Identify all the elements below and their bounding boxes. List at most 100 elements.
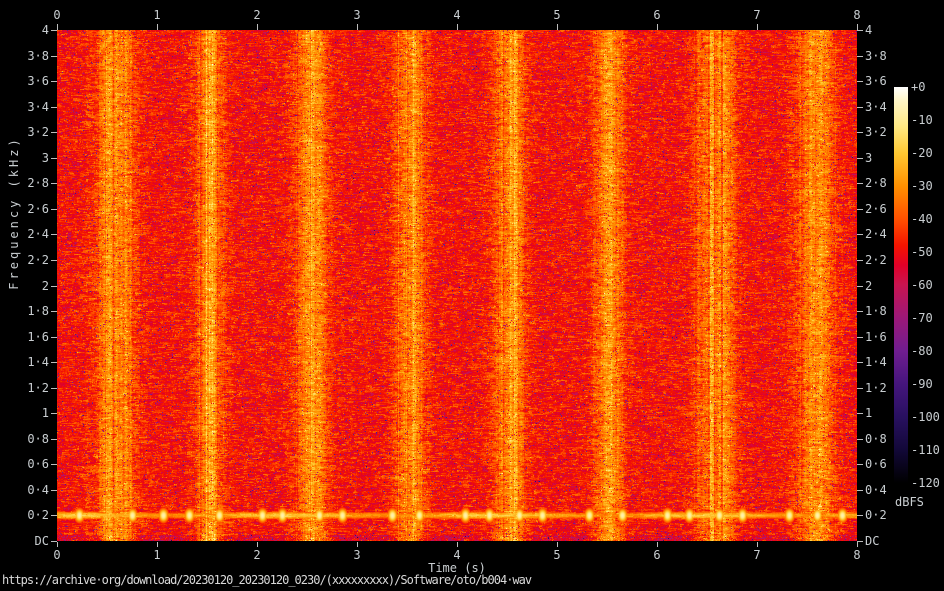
x-tick-mark: [257, 24, 258, 30]
y-tick-mark: [51, 30, 57, 31]
y-tick-mark: [51, 464, 57, 466]
x-tick-mark: [457, 542, 458, 547]
source-url-text: https://archive·org/download/20230120_20…: [2, 573, 532, 587]
y-tick-label: 1: [41, 406, 49, 421]
y-tick-mark: [51, 541, 57, 542]
y-tick-mark: [51, 183, 57, 185]
colorbar-tick-label: -110: [911, 443, 940, 457]
x-tick-label: 5: [553, 548, 561, 562]
y-tick-mark: [51, 81, 57, 83]
y-tick-label: 3·6: [865, 74, 887, 89]
y-tick-mark: [857, 387, 863, 389]
x-tick-mark: [157, 24, 158, 30]
colorbar-unit-label: dBFS: [895, 495, 924, 509]
x-tick-label: 7: [753, 8, 761, 22]
colorbar-tick-label: -40: [911, 212, 933, 226]
y-tick-mark: [857, 489, 863, 491]
y-tick-mark: [857, 515, 863, 517]
x-tick-mark: [57, 542, 58, 547]
x-tick-mark: [157, 542, 158, 547]
y-tick-label: 3·4: [27, 99, 49, 114]
y-tick-mark: [51, 55, 57, 57]
x-tick-mark: [757, 542, 758, 547]
y-tick-mark: [51, 489, 57, 491]
y-tick-mark: [51, 413, 57, 415]
y-tick-mark: [857, 81, 863, 83]
x-tick-mark: [657, 542, 658, 547]
x-tick-label: 0: [53, 8, 61, 22]
colorbar-tick-label: +0: [911, 80, 926, 94]
x-tick-mark: [657, 24, 658, 30]
colorbar-gradient: [894, 87, 908, 483]
y-tick-mark: [51, 336, 57, 338]
y-tick-mark: [857, 157, 863, 159]
y-tick-mark: [857, 336, 863, 338]
y-tick-mark: [51, 234, 57, 236]
y-tick-mark: [857, 311, 863, 313]
x-tick-label: 8: [853, 8, 861, 22]
y-tick-mark: [857, 30, 863, 31]
x-tick-label: 7: [753, 548, 761, 562]
y-tick-label: 3·6: [27, 74, 49, 89]
x-tick-label: 6: [653, 548, 661, 562]
y-tick-mark: [51, 438, 57, 440]
colorbar-tick-label: -50: [911, 245, 933, 259]
y-tick-mark: [51, 208, 57, 210]
y-tick-mark: [857, 183, 863, 185]
y-tick-mark: [51, 157, 57, 159]
y-tick-mark: [857, 106, 863, 108]
y-tick-mark: [857, 234, 863, 236]
x-tick-mark: [557, 542, 558, 547]
colorbar-tick-label: -120: [911, 476, 940, 490]
y-tick-label: 0·4: [27, 482, 49, 497]
y-tick-mark: [857, 438, 863, 440]
y-tick-mark: [857, 464, 863, 466]
y-tick-label: 0·6: [27, 457, 49, 472]
y-tick-label: 0·2: [27, 508, 49, 523]
x-tick-label: 4: [453, 8, 461, 22]
colorbar-tick-label: -10: [911, 113, 933, 127]
y-tick-label: DC: [34, 534, 49, 548]
y-tick-label: 1·6: [27, 329, 49, 344]
y-tick-label: 3·8: [27, 48, 49, 63]
colorbar-tick-label: -80: [911, 344, 933, 358]
y-tick-label: 0·8: [27, 431, 49, 446]
y-tick-label: 4: [41, 23, 49, 37]
x-tick-label: 1: [153, 548, 161, 562]
y-tick-label: DC: [865, 534, 880, 548]
y-tick-mark: [857, 208, 863, 210]
y-tick-mark: [51, 259, 57, 261]
y-tick-mark: [857, 541, 863, 542]
x-tick-mark: [357, 24, 358, 30]
colorbar-tick-label: -30: [911, 179, 933, 193]
x-tick-label: 2: [253, 548, 261, 562]
y-tick-label: 0·2: [865, 508, 887, 523]
y-tick-label: 4: [865, 23, 873, 37]
y-tick-mark: [51, 362, 57, 364]
y-tick-mark: [857, 132, 863, 134]
colorbar-tick-label: -100: [911, 410, 940, 424]
colorbar-tick-label: -60: [911, 278, 933, 292]
x-tick-mark: [457, 24, 458, 30]
x-tick-mark: [557, 24, 558, 30]
x-tick-label: 3: [353, 548, 361, 562]
x-tick-mark: [357, 542, 358, 547]
y-tick-mark: [51, 515, 57, 517]
y-tick-mark: [857, 413, 863, 415]
y-tick-label: 3·8: [865, 48, 887, 63]
y-tick-mark: [857, 259, 863, 261]
x-tick-label: 3: [353, 8, 361, 22]
x-tick-mark: [857, 542, 858, 547]
x-tick-mark: [257, 542, 258, 547]
x-tick-label: 1: [153, 8, 161, 22]
x-tick-mark: [57, 24, 58, 30]
x-tick-label: 6: [653, 8, 661, 22]
y-tick-mark: [51, 132, 57, 134]
y-tick-mark: [51, 387, 57, 389]
colorbar: [894, 87, 908, 483]
spectrogram-plot: [57, 30, 857, 541]
y-axis-title: Frequency (kHz): [7, 136, 21, 290]
spectrogram-heatmap: [57, 30, 857, 541]
x-tick-label: 8: [853, 548, 861, 562]
y-tick-mark: [857, 362, 863, 364]
